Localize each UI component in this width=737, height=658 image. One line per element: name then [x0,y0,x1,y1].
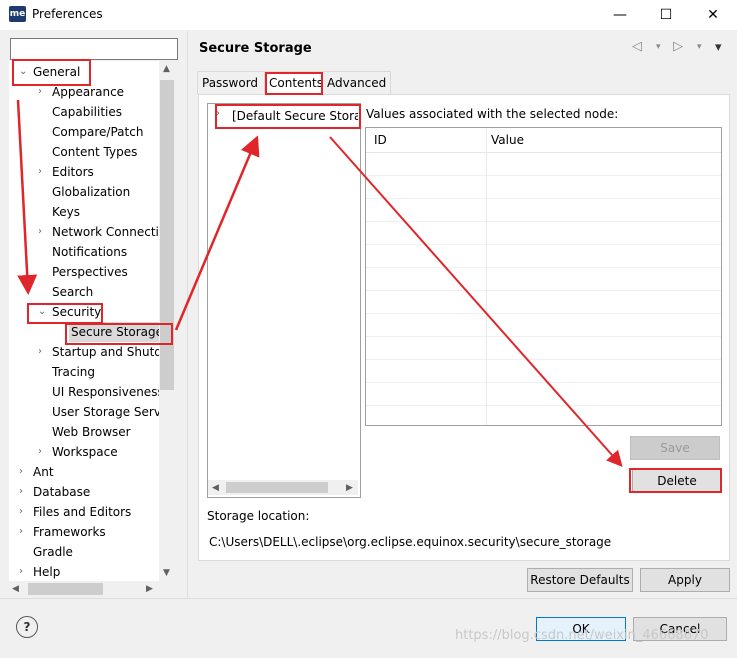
arrow-node-to-delete [329,136,623,467]
arrow-secure-storage-to-node [174,135,260,331]
annotation-arrows [16,99,623,467]
arrow-general-to-security [16,99,38,295]
